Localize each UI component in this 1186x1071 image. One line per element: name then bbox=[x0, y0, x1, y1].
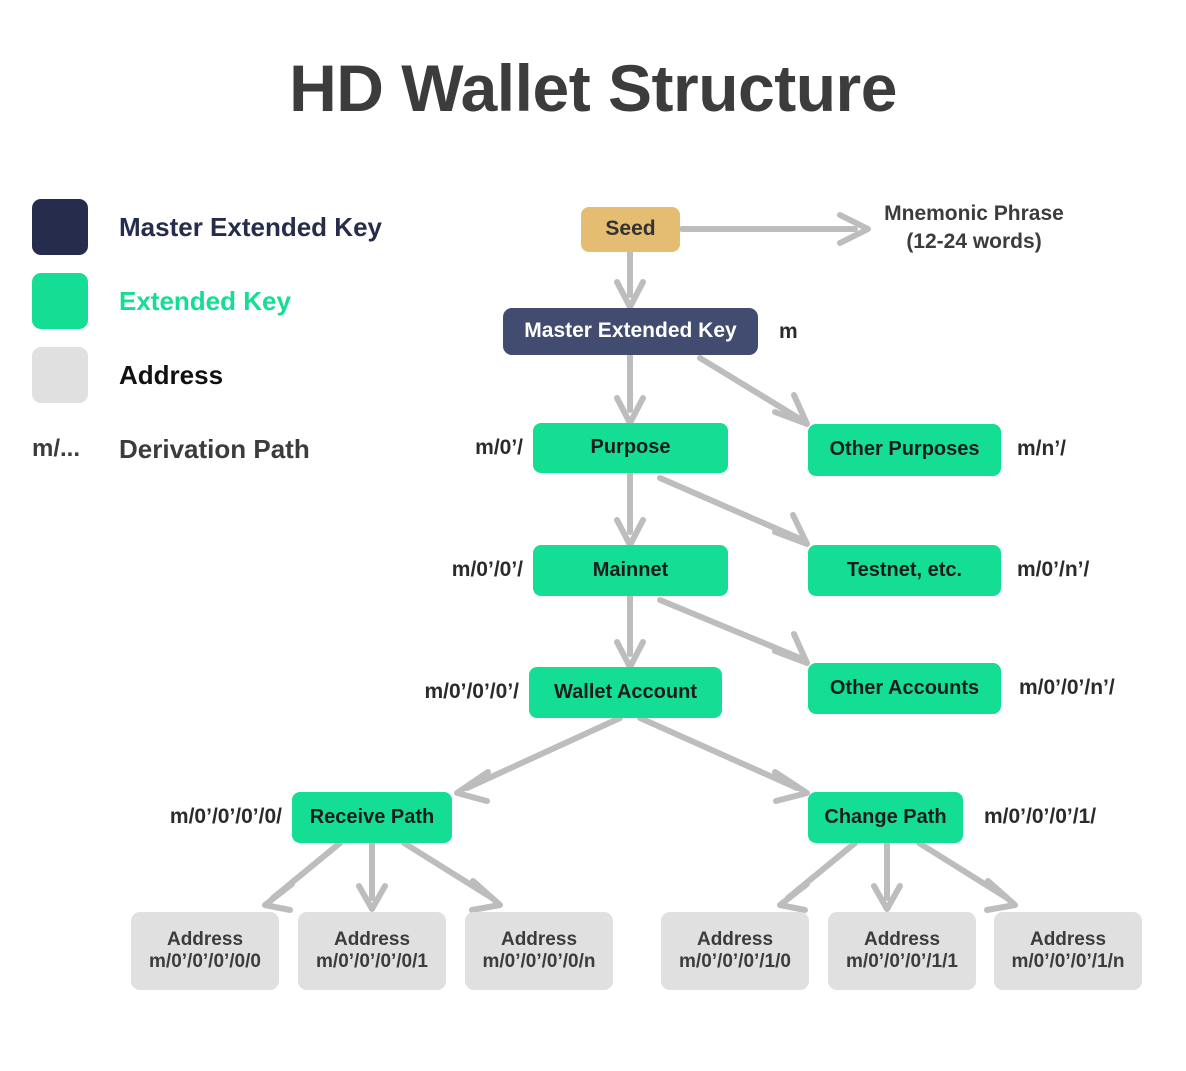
edge-change-path-to-address-2 bbox=[916, 840, 1018, 913]
edge-change-path-to-address-1 bbox=[871, 840, 903, 912]
address-path: m/0’/0’/0’/1/n bbox=[1011, 951, 1125, 972]
edge-receive-path-to-address-2 bbox=[401, 840, 503, 913]
path-label-other-purposes: m/n’/ bbox=[1017, 437, 1067, 460]
node-address-change-1[interactable]: Address m/0’/0’/0’/1/1 bbox=[828, 912, 976, 990]
node-mainnet[interactable]: Mainnet bbox=[533, 545, 728, 596]
edge-purpose-to-testnet bbox=[657, 475, 810, 547]
node-address-receive-0[interactable]: Address m/0’/0’/0’/0/0 bbox=[131, 912, 279, 990]
node-mainnet-label: Mainnet bbox=[592, 558, 669, 581]
address-title: Address bbox=[166, 928, 244, 950]
address-title: Address bbox=[863, 928, 941, 950]
address-title: Address bbox=[696, 928, 774, 950]
address-title: Address bbox=[500, 928, 578, 950]
node-wallet-account-label: Wallet Account bbox=[554, 680, 697, 703]
path-label-wallet-account: m/0’/0’/0’/ bbox=[424, 680, 519, 703]
node-other-purposes[interactable]: Other Purposes bbox=[808, 424, 1001, 476]
node-other-purposes-label: Other Purposes bbox=[829, 438, 980, 461]
node-address-receive-1[interactable]: Address m/0’/0’/0’/0/1 bbox=[298, 912, 446, 990]
path-label-mainnet: m/0’/0’/ bbox=[451, 558, 523, 581]
path-label-master-extended-key: m bbox=[779, 320, 798, 343]
edge-seed-to-mnemonic bbox=[679, 212, 871, 246]
address-path: m/0’/0’/0’/0/1 bbox=[316, 951, 428, 972]
path-label-other-accounts: m/0’/0’/n’/ bbox=[1019, 676, 1115, 699]
mnemonic-phrase-line1: Mnemonic Phrase bbox=[884, 202, 1064, 225]
legend-swatch-master-extended-key bbox=[32, 199, 88, 255]
path-label-purpose: m/0’/ bbox=[475, 436, 523, 459]
legend-item-address: Address bbox=[32, 338, 462, 412]
legend-swatch-address bbox=[32, 347, 88, 403]
mnemonic-phrase-note: Mnemonic Phrase (12-24 words) bbox=[884, 200, 1064, 255]
node-purpose[interactable]: Purpose bbox=[533, 423, 728, 473]
address-path: m/0’/0’/0’/1/1 bbox=[846, 951, 958, 972]
address-path: m/0’/0’/0’/0/n bbox=[482, 951, 596, 972]
address-path: m/0’/0’/0’/1/0 bbox=[679, 951, 791, 972]
edge-seed-to-master bbox=[614, 249, 646, 310]
legend-label-derivation-path: Derivation Path bbox=[119, 433, 310, 464]
node-master-extended-key-label: Master Extended Key bbox=[524, 319, 737, 343]
mnemonic-phrase-line2: (12-24 words) bbox=[906, 229, 1042, 253]
page-title: HD Wallet Structure bbox=[289, 51, 897, 125]
edge-master-to-purpose bbox=[614, 353, 646, 426]
legend-item-master-extended-key: Master Extended Key bbox=[32, 190, 462, 264]
node-receive-path-label: Receive Path bbox=[309, 805, 435, 828]
node-wallet-account[interactable]: Wallet Account bbox=[529, 667, 722, 718]
legend-swatch-extended-key bbox=[32, 273, 88, 329]
path-label-receive-path: m/0’/0’/0’/0/ bbox=[169, 805, 282, 828]
node-change-path-label: Change Path bbox=[824, 805, 947, 828]
node-address-change-2[interactable]: Address m/0’/0’/0’/1/n bbox=[994, 912, 1142, 990]
edge-receive-path-to-address-1 bbox=[356, 840, 388, 912]
edge-mainnet-to-wallet-account bbox=[614, 593, 646, 670]
node-other-accounts[interactable]: Other Accounts bbox=[808, 663, 1001, 714]
path-label-change-path: m/0’/0’/0’/1/ bbox=[984, 805, 1097, 828]
edge-wallet-account-to-change-path bbox=[637, 715, 810, 804]
node-receive-path[interactable]: Receive Path bbox=[292, 792, 452, 843]
node-seed-label: Seed bbox=[605, 217, 656, 241]
node-master-extended-key[interactable]: Master Extended Key bbox=[503, 308, 758, 355]
node-seed[interactable]: Seed bbox=[581, 207, 680, 252]
legend-swatch-derivation-path: m/... bbox=[32, 435, 81, 462]
path-label-testnet: m/0’/n’/ bbox=[1017, 558, 1090, 581]
legend-label-master-extended-key: Master Extended Key bbox=[119, 211, 382, 242]
edge-wallet-account-to-receive-path bbox=[454, 715, 623, 804]
edge-purpose-to-mainnet bbox=[614, 470, 646, 548]
legend-label-extended-key: Extended Key bbox=[119, 285, 291, 316]
node-other-accounts-label: Other Accounts bbox=[829, 676, 980, 699]
diagram-canvas: HD Wallet Structure Master Extended Key … bbox=[0, 0, 1186, 1071]
node-purpose-label: Purpose bbox=[590, 436, 671, 459]
address-title: Address bbox=[1029, 928, 1107, 950]
address-title: Address bbox=[333, 928, 411, 950]
legend-item-extended-key: Extended Key bbox=[32, 264, 462, 338]
node-address-change-0[interactable]: Address m/0’/0’/0’/1/0 bbox=[661, 912, 809, 990]
node-change-path[interactable]: Change Path bbox=[808, 792, 963, 843]
edge-mainnet-to-other-accounts bbox=[657, 597, 810, 666]
edge-receive-path-to-address-0 bbox=[262, 840, 343, 913]
edge-change-path-to-address-0 bbox=[777, 840, 858, 913]
edge-layer bbox=[262, 212, 1018, 913]
legend-label-address: Address bbox=[119, 359, 224, 390]
edge-master-to-other-purposes bbox=[697, 355, 810, 427]
node-testnet[interactable]: Testnet, etc. bbox=[808, 545, 1001, 596]
address-path: m/0’/0’/0’/0/0 bbox=[149, 951, 261, 972]
node-testnet-label: Testnet, etc. bbox=[846, 558, 963, 581]
node-address-receive-2[interactable]: Address m/0’/0’/0’/0/n bbox=[465, 912, 613, 990]
